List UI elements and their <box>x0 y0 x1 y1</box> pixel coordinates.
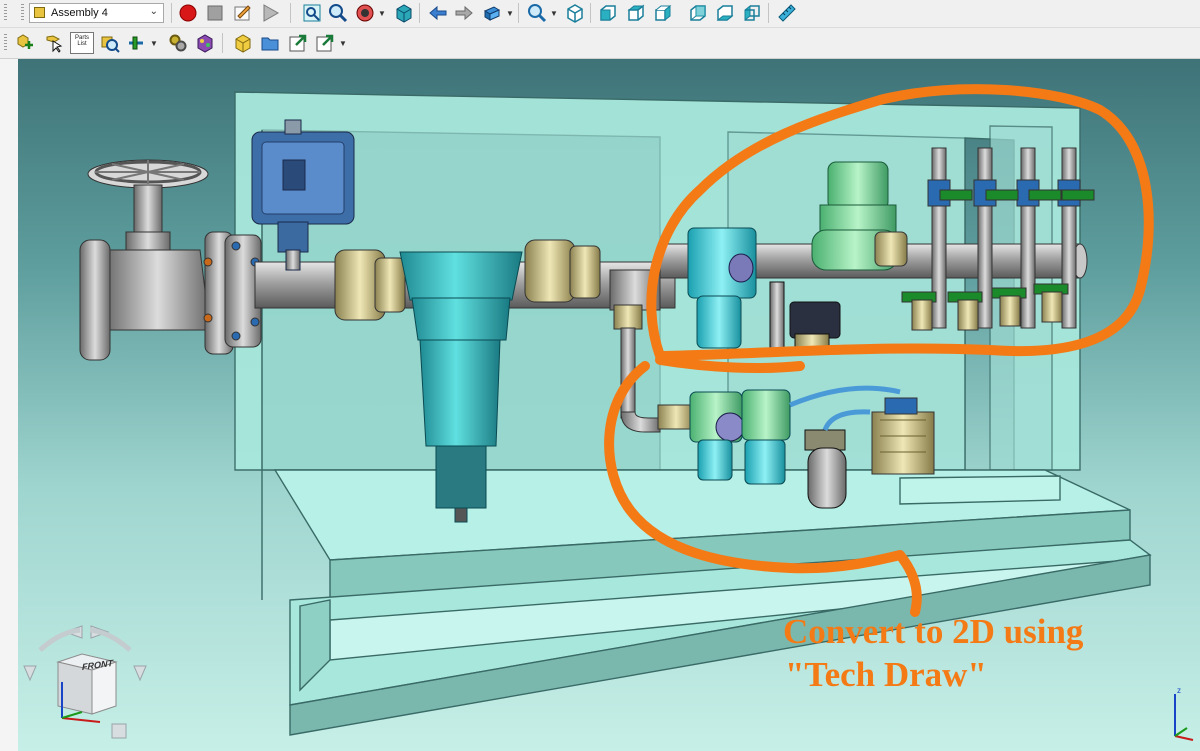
axis-triad: z <box>1163 684 1197 744</box>
annotation-text: Convert to 2D using "Tech Draw" <box>783 610 1143 696</box>
annotation-line-2: "Tech Draw" <box>785 655 987 694</box>
annotation-line-1: Convert to 2D using <box>783 612 1084 651</box>
navigation-cube-menu[interactable] <box>111 723 127 739</box>
freecad-window: Assembly 4 ⌄ ▼ ▼ ▼ Parts List ▼ ▼ Conver… <box>0 0 1200 751</box>
navigation-cube[interactable] <box>20 622 150 747</box>
pipe-union[interactable] <box>524 239 601 303</box>
pipe-union[interactable] <box>334 249 406 321</box>
svg-text:z: z <box>1177 686 1181 695</box>
